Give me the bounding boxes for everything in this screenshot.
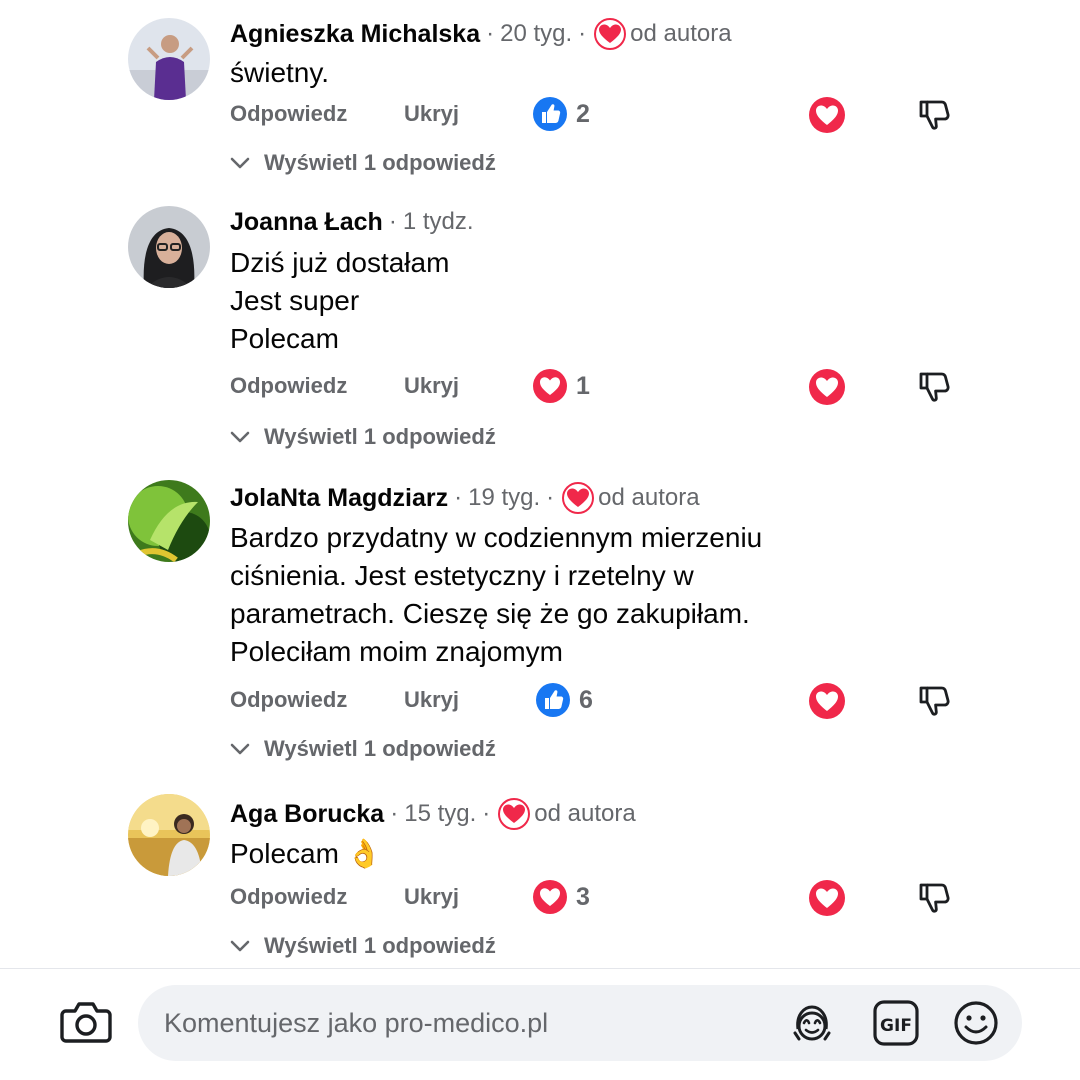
love-button[interactable]	[808, 682, 846, 720]
heart-icon	[809, 369, 845, 405]
heart-icon	[809, 880, 845, 916]
comment-input-box[interactable]: GIF	[138, 985, 1022, 1061]
gif-icon: GIF	[873, 1000, 919, 1046]
chevron-down-icon	[230, 940, 250, 952]
avatar[interactable]	[128, 206, 210, 288]
comment-text: Bardzo przydatny w codziennym mierzeniu …	[230, 522, 763, 667]
chevron-down-icon	[230, 157, 250, 169]
dislike-button[interactable]	[917, 879, 953, 915]
comment-actions: Odpowiedz Ukryj 2	[0, 94, 1080, 134]
reaction-summary[interactable]: 1	[532, 368, 590, 404]
love-button[interactable]	[808, 368, 846, 406]
comment-input[interactable]	[164, 985, 764, 1061]
chevron-down-icon	[230, 431, 250, 443]
liked-by-author-label: od autora	[598, 484, 700, 511]
view-replies-button[interactable]: Wyświetl 1 odpowiedź	[230, 421, 496, 453]
author-heart-icon	[498, 798, 531, 830]
love-button[interactable]	[808, 96, 846, 134]
comment-time[interactable]: 20 tyg.	[500, 20, 572, 48]
like-icon	[536, 683, 570, 717]
separator-dot: ·	[546, 484, 555, 511]
author-name[interactable]: Agnieszka Michalska	[230, 20, 480, 49]
reaction-count: 6	[579, 685, 593, 714]
like-icon	[533, 97, 567, 131]
camera-icon	[60, 1002, 112, 1043]
reply-button[interactable]: Odpowiedz	[230, 680, 347, 720]
author-name[interactable]: Aga Borucka	[230, 800, 384, 829]
emoji-icon	[954, 1001, 998, 1045]
view-replies-label: Wyświetl 1 odpowiedź	[264, 150, 496, 175]
separator-dot: ·	[486, 20, 495, 47]
avatar-sticker-icon	[793, 1005, 831, 1041]
author-name[interactable]: Joanna Łach	[230, 208, 383, 237]
emoji-button[interactable]	[952, 999, 1000, 1047]
hide-button[interactable]: Ukryj	[404, 94, 459, 134]
love-button[interactable]	[808, 879, 846, 917]
reaction-summary[interactable]: 6	[535, 682, 593, 718]
comment-actions: Odpowiedz Ukryj 6	[0, 680, 1080, 720]
hide-button[interactable]: Ukryj	[404, 877, 459, 917]
thumbs-down-icon	[919, 686, 950, 716]
avatar-sticker-button[interactable]	[788, 999, 836, 1047]
reaction-count: 1	[576, 371, 590, 400]
comment-text: Dziś już dostałam Jest super Polecam	[230, 247, 450, 354]
comment-actions: Odpowiedz Ukryj 1	[0, 366, 1080, 406]
chevron-down-icon	[230, 743, 250, 755]
separator-dot: ·	[578, 20, 587, 47]
reaction-count: 3	[576, 882, 590, 911]
comment-text: świetny.	[230, 57, 330, 88]
comment-time[interactable]: 19 tyg.	[468, 484, 540, 512]
comment-actions: Odpowiedz Ukryj 3	[0, 877, 1080, 917]
view-replies-button[interactable]: Wyświetl 1 odpowiedź	[230, 147, 496, 179]
view-replies-button[interactable]: Wyświetl 1 odpowiedź	[230, 733, 496, 765]
thumbs-down-icon	[919, 883, 950, 913]
view-replies-button[interactable]: Wyświetl 1 odpowiedź	[230, 930, 496, 962]
reply-button[interactable]: Odpowiedz	[230, 877, 347, 917]
separator-dot: ·	[482, 800, 491, 827]
thumbs-down-icon	[919, 100, 950, 130]
heart-icon	[809, 97, 845, 133]
avatar[interactable]	[128, 480, 210, 562]
separator-dot: ·	[390, 800, 399, 827]
liked-by-author-label: od autora	[534, 800, 636, 827]
avatar[interactable]	[128, 794, 210, 876]
reaction-summary[interactable]: 2	[532, 96, 590, 132]
author-name[interactable]: JolaNta Magdziarz	[230, 484, 448, 513]
hide-button[interactable]: Ukryj	[404, 680, 459, 720]
hide-button[interactable]: Ukryj	[404, 366, 459, 406]
separator-dot: ·	[454, 484, 463, 511]
author-heart-icon	[562, 482, 595, 514]
camera-button[interactable]	[60, 999, 112, 1043]
liked-by-author-label: od autora	[630, 20, 732, 47]
heart-icon	[809, 683, 845, 719]
love-reaction-icon	[533, 369, 567, 403]
thumbs-down-icon	[919, 372, 950, 402]
dislike-button[interactable]	[917, 96, 953, 132]
svg-text:GIF: GIF	[880, 1016, 912, 1036]
reply-button[interactable]: Odpowiedz	[230, 366, 347, 406]
reaction-summary[interactable]: 3	[532, 879, 590, 915]
author-heart-icon	[594, 18, 627, 50]
comment-time[interactable]: 1 tydz.	[403, 208, 474, 236]
dislike-button[interactable]	[917, 368, 953, 404]
comment-text: Polecam 👌	[230, 838, 382, 869]
love-reaction-icon	[533, 880, 567, 914]
reply-button[interactable]: Odpowiedz	[230, 94, 347, 134]
comment-composer: GIF	[0, 968, 1080, 1080]
gif-button[interactable]: GIF	[872, 999, 920, 1047]
separator-dot: ·	[388, 208, 397, 235]
dislike-button[interactable]	[917, 682, 953, 718]
view-replies-label: Wyświetl 1 odpowiedź	[264, 424, 496, 449]
reaction-count: 2	[576, 99, 590, 128]
view-replies-label: Wyświetl 1 odpowiedź	[264, 736, 496, 761]
avatar[interactable]	[128, 18, 210, 100]
comment-time[interactable]: 15 tyg.	[404, 800, 476, 828]
view-replies-label: Wyświetl 1 odpowiedź	[264, 933, 496, 958]
